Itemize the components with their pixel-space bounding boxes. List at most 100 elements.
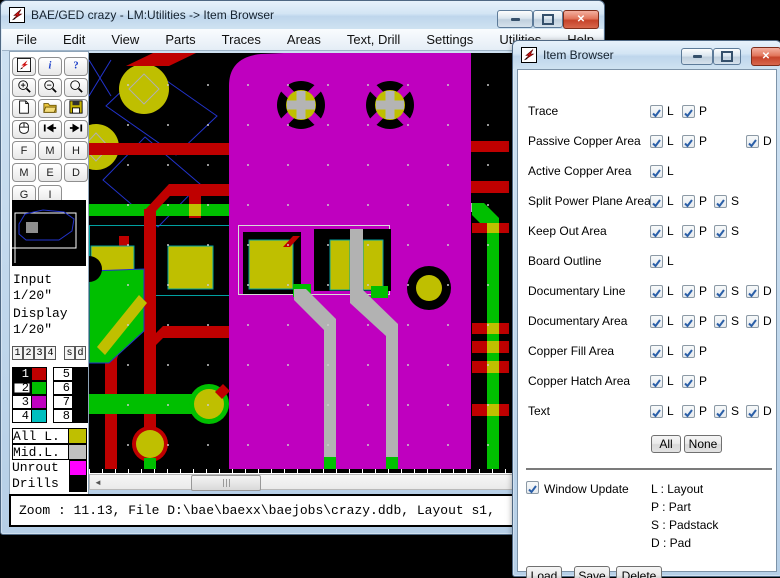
toolbar-button-m-3[interactable]: M bbox=[12, 163, 36, 182]
dialog-minimize-button[interactable] bbox=[681, 48, 713, 65]
palette-number-3[interactable]: 3 bbox=[12, 395, 32, 409]
scale-button-4[interactable]: 4 bbox=[45, 346, 56, 360]
menu-item-text-drill[interactable]: Text, Drill bbox=[347, 32, 400, 47]
window-update-checkbox-box[interactable] bbox=[526, 481, 539, 494]
toolbar-button-mouse[interactable] bbox=[12, 120, 36, 139]
scale-button-2[interactable]: 2 bbox=[23, 346, 34, 360]
toolbar-button-next-arrow[interactable] bbox=[64, 120, 88, 139]
toolbar-button-e-4[interactable]: E bbox=[38, 163, 62, 182]
checkbox-text-d[interactable] bbox=[746, 405, 759, 418]
checkbox-documentary-area-s[interactable] bbox=[714, 315, 727, 328]
main-titlebar[interactable]: BAE/GED crazy - LM:Utilities -> Item Bro… bbox=[1, 1, 604, 29]
grid-button-d[interactable]: d bbox=[75, 346, 86, 360]
checkbox-documentary-line-d[interactable] bbox=[746, 285, 759, 298]
checkbox-documentary-area-p[interactable] bbox=[682, 315, 695, 328]
toolbar-button-info[interactable]: i bbox=[38, 57, 62, 76]
layer-swatch[interactable] bbox=[69, 444, 87, 460]
checkbox-documentary-line-l[interactable] bbox=[650, 285, 663, 298]
palette-number-6[interactable]: 6 bbox=[53, 381, 73, 395]
checkbox-split-power-plane-area-p[interactable] bbox=[682, 195, 695, 208]
maximize-button[interactable] bbox=[533, 10, 563, 28]
close-button[interactable]: ✕ bbox=[563, 10, 599, 29]
toolbar-button-new-file[interactable] bbox=[12, 99, 36, 118]
palette-swatch-2[interactable] bbox=[32, 381, 47, 395]
toolbar-button-h-2[interactable]: H bbox=[64, 141, 88, 160]
menu-item-file[interactable]: File bbox=[16, 32, 37, 47]
load-button[interactable]: Load bbox=[526, 566, 562, 578]
checkbox-documentary-line-s[interactable] bbox=[714, 285, 727, 298]
menu-item-view[interactable]: View bbox=[111, 32, 139, 47]
toolbar-button-save-file[interactable] bbox=[64, 99, 88, 118]
palette-number-7[interactable]: 7 bbox=[53, 395, 73, 409]
layer-swatch[interactable] bbox=[69, 476, 87, 492]
checkbox-keep-out-area-p[interactable] bbox=[682, 225, 695, 238]
checkbox-copper-hatch-area-l[interactable] bbox=[650, 375, 663, 388]
scroll-left-arrow-icon[interactable]: ◄ bbox=[90, 475, 106, 489]
checkbox-passive-copper-area-p[interactable] bbox=[682, 135, 695, 148]
checkbox-keep-out-area-s[interactable] bbox=[714, 225, 727, 238]
menu-item-parts[interactable]: Parts bbox=[165, 32, 195, 47]
checkbox-trace-l[interactable] bbox=[650, 105, 663, 118]
toolbar-button-zoom-in[interactable] bbox=[12, 78, 36, 97]
menu-item-traces[interactable]: Traces bbox=[222, 32, 261, 47]
checkbox-split-power-plane-area-s[interactable] bbox=[714, 195, 727, 208]
checkbox-passive-copper-area-l[interactable] bbox=[650, 135, 663, 148]
checkbox-text-s[interactable] bbox=[714, 405, 727, 418]
checkbox-copper-fill-area-l[interactable] bbox=[650, 345, 663, 358]
checkbox-keep-out-area-l[interactable] bbox=[650, 225, 663, 238]
scale-button-1[interactable]: 1 bbox=[12, 346, 23, 360]
checkbox-active-copper-area-l[interactable] bbox=[650, 165, 663, 178]
palette-swatch-6[interactable] bbox=[73, 381, 88, 395]
palette-swatch-7[interactable] bbox=[73, 395, 88, 409]
palette-number-5[interactable]: 5 bbox=[53, 367, 73, 381]
palette-number-1[interactable]: 1 bbox=[12, 367, 32, 381]
toolbar-button-zoom-window[interactable] bbox=[64, 78, 88, 97]
palette-swatch-3[interactable] bbox=[32, 395, 47, 409]
checkbox-copper-fill-area-p[interactable] bbox=[682, 345, 695, 358]
toolbar-button-m-1[interactable]: M bbox=[38, 141, 62, 160]
palette-number-2[interactable]: 2 bbox=[12, 381, 32, 395]
toolbar-button-d-5[interactable]: D bbox=[64, 163, 88, 182]
grid-button-s[interactable]: s bbox=[64, 346, 75, 360]
palette-swatch-4[interactable] bbox=[32, 409, 47, 423]
toolbar-button-bae-logo[interactable] bbox=[12, 57, 36, 76]
board-overview-preview[interactable] bbox=[12, 200, 86, 266]
all-button[interactable]: All bbox=[651, 435, 681, 453]
checkbox-board-outline-l[interactable] bbox=[650, 255, 663, 268]
menu-item-edit[interactable]: Edit bbox=[63, 32, 85, 47]
toolbar-button-f-0[interactable]: F bbox=[12, 141, 36, 160]
scale-button-3[interactable]: 3 bbox=[34, 346, 45, 360]
dialog-close-button[interactable]: ✕ bbox=[751, 47, 780, 66]
legend-item-p: P : Part bbox=[651, 500, 691, 514]
delete-button[interactable]: Delete bbox=[616, 566, 662, 578]
checkbox-copper-hatch-area-p[interactable] bbox=[682, 375, 695, 388]
checkbox-documentary-area-l[interactable] bbox=[650, 315, 663, 328]
checkbox-trace-p[interactable] bbox=[682, 105, 695, 118]
palette-number-8[interactable]: 8 bbox=[53, 409, 73, 423]
toolbar-button-prev-arrow[interactable] bbox=[38, 120, 62, 139]
menu-item-areas[interactable]: Areas bbox=[287, 32, 321, 47]
dialog-maximize-button[interactable] bbox=[713, 48, 741, 65]
checkbox-letter: S bbox=[731, 224, 739, 238]
none-button[interactable]: None bbox=[684, 435, 722, 453]
checkbox-passive-copper-area-d[interactable] bbox=[746, 135, 759, 148]
palette-number-4[interactable]: 4 bbox=[12, 409, 32, 423]
toolbar-button-help[interactable]: ? bbox=[64, 57, 88, 76]
checkbox-text-l[interactable] bbox=[650, 405, 663, 418]
toolbar-button-open-file[interactable] bbox=[38, 99, 62, 118]
palette-swatch-8[interactable] bbox=[73, 409, 88, 423]
checkbox-split-power-plane-area-l[interactable] bbox=[650, 195, 663, 208]
checkbox-documentary-area-d[interactable] bbox=[746, 315, 759, 328]
palette-swatch-1[interactable] bbox=[32, 367, 47, 381]
layer-swatch[interactable] bbox=[69, 460, 87, 476]
layer-swatch[interactable] bbox=[69, 428, 87, 444]
checkbox-text-p[interactable] bbox=[682, 405, 695, 418]
save-button[interactable]: Save bbox=[574, 566, 610, 578]
palette-swatch-5[interactable] bbox=[73, 367, 88, 381]
minimize-button[interactable] bbox=[497, 10, 533, 28]
dialog-titlebar[interactable]: Item Browser ✕ bbox=[513, 41, 780, 69]
toolbar-button-zoom-out[interactable] bbox=[38, 78, 62, 97]
menu-item-settings[interactable]: Settings bbox=[426, 32, 473, 47]
scrollbar-thumb[interactable] bbox=[191, 475, 261, 491]
checkbox-documentary-line-p[interactable] bbox=[682, 285, 695, 298]
